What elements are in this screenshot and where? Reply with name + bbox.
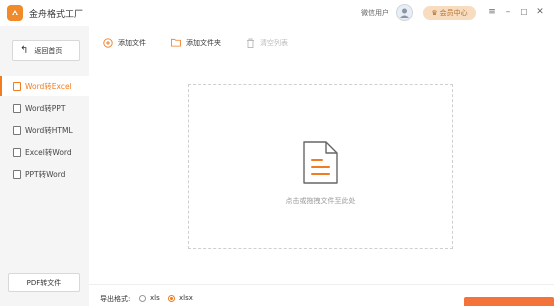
maximize-icon[interactable]: ☐ xyxy=(518,6,530,18)
document-icon xyxy=(13,103,21,113)
sidebar-item-label: Excel转Word xyxy=(25,147,72,157)
add-folder-label: 添加文件夹 xyxy=(186,38,221,47)
add-file-label: 添加文件 xyxy=(118,38,146,47)
add-file-button[interactable]: 添加文件 xyxy=(103,35,146,50)
close-icon[interactable]: ✕ xyxy=(534,6,546,18)
menu-icon[interactable]: ≡ xyxy=(486,6,498,18)
document-icon xyxy=(13,81,21,91)
sidebar-item-label: Word转HTML xyxy=(25,125,73,135)
clear-list-label: 清空列表 xyxy=(260,38,288,47)
format-label-xls[interactable]: xls xyxy=(150,294,160,302)
sidebar-item-excel-to-word[interactable]: Excel转Word xyxy=(0,142,89,162)
sidebar-item-word-to-ppt[interactable]: Word转PPT xyxy=(0,98,89,118)
sidebar-item-label: PPT转Word xyxy=(25,169,66,179)
add-folder-button[interactable]: 添加文件夹 xyxy=(171,35,221,50)
avatar[interactable] xyxy=(396,4,413,21)
back-arrow-icon: ↰ xyxy=(20,45,29,56)
format-radio-xlsx[interactable] xyxy=(168,295,175,302)
sidebar-item-word-to-excel[interactable]: Word转Excel xyxy=(0,76,89,96)
app-logo-icon xyxy=(7,5,23,21)
format-label-xlsx[interactable]: xlsx xyxy=(179,294,193,302)
crown-icon: ♛ xyxy=(431,9,438,17)
document-icon xyxy=(13,125,21,135)
document-icon xyxy=(13,147,21,157)
app-title: 金舟格式工厂 xyxy=(29,9,84,20)
document-icon xyxy=(13,169,21,179)
document-upload-icon xyxy=(303,141,338,184)
app-window: 金舟格式工厂 微信用户 ♛ 会员中心 ≡ – ☐ ✕ ↰ 返回首页 Word转E… xyxy=(0,0,554,306)
sidebar-item-label: Word转Excel xyxy=(25,81,72,91)
vip-center-label: 会员中心 xyxy=(439,9,468,17)
clear-list-button[interactable]: 清空列表 xyxy=(245,35,288,50)
plus-circle-icon xyxy=(103,37,113,48)
drop-hint: 点击或拖拽文件至此处 xyxy=(285,197,356,205)
sidebar-item-label: Word转PPT xyxy=(25,103,66,113)
back-home-label: 返回首页 xyxy=(34,46,63,55)
folder-icon xyxy=(171,38,181,48)
sidebar-item-word-to-html[interactable]: Word转HTML xyxy=(0,120,89,140)
export-format-label: 导出格式: xyxy=(100,295,131,303)
trash-icon xyxy=(245,38,255,48)
sidebar-item-ppt-to-word[interactable]: PPT转Word xyxy=(0,164,89,184)
vip-center-button[interactable]: ♛ 会员中心 xyxy=(423,6,476,20)
sidebar: ↰ 返回首页 Word转Excel Word转PPT Word转HTML Exc… xyxy=(0,26,89,306)
pdf-convert-button[interactable]: PDF转文件 xyxy=(8,273,80,292)
user-name[interactable]: 微信用户 xyxy=(361,8,389,18)
start-convert-button[interactable] xyxy=(464,297,554,306)
footer-bar: 导出格式: xls xlsx xyxy=(89,284,554,306)
minimize-icon[interactable]: – xyxy=(502,6,514,18)
back-home-button[interactable]: ↰ 返回首页 xyxy=(12,40,80,61)
format-radio-xls[interactable] xyxy=(139,295,146,302)
